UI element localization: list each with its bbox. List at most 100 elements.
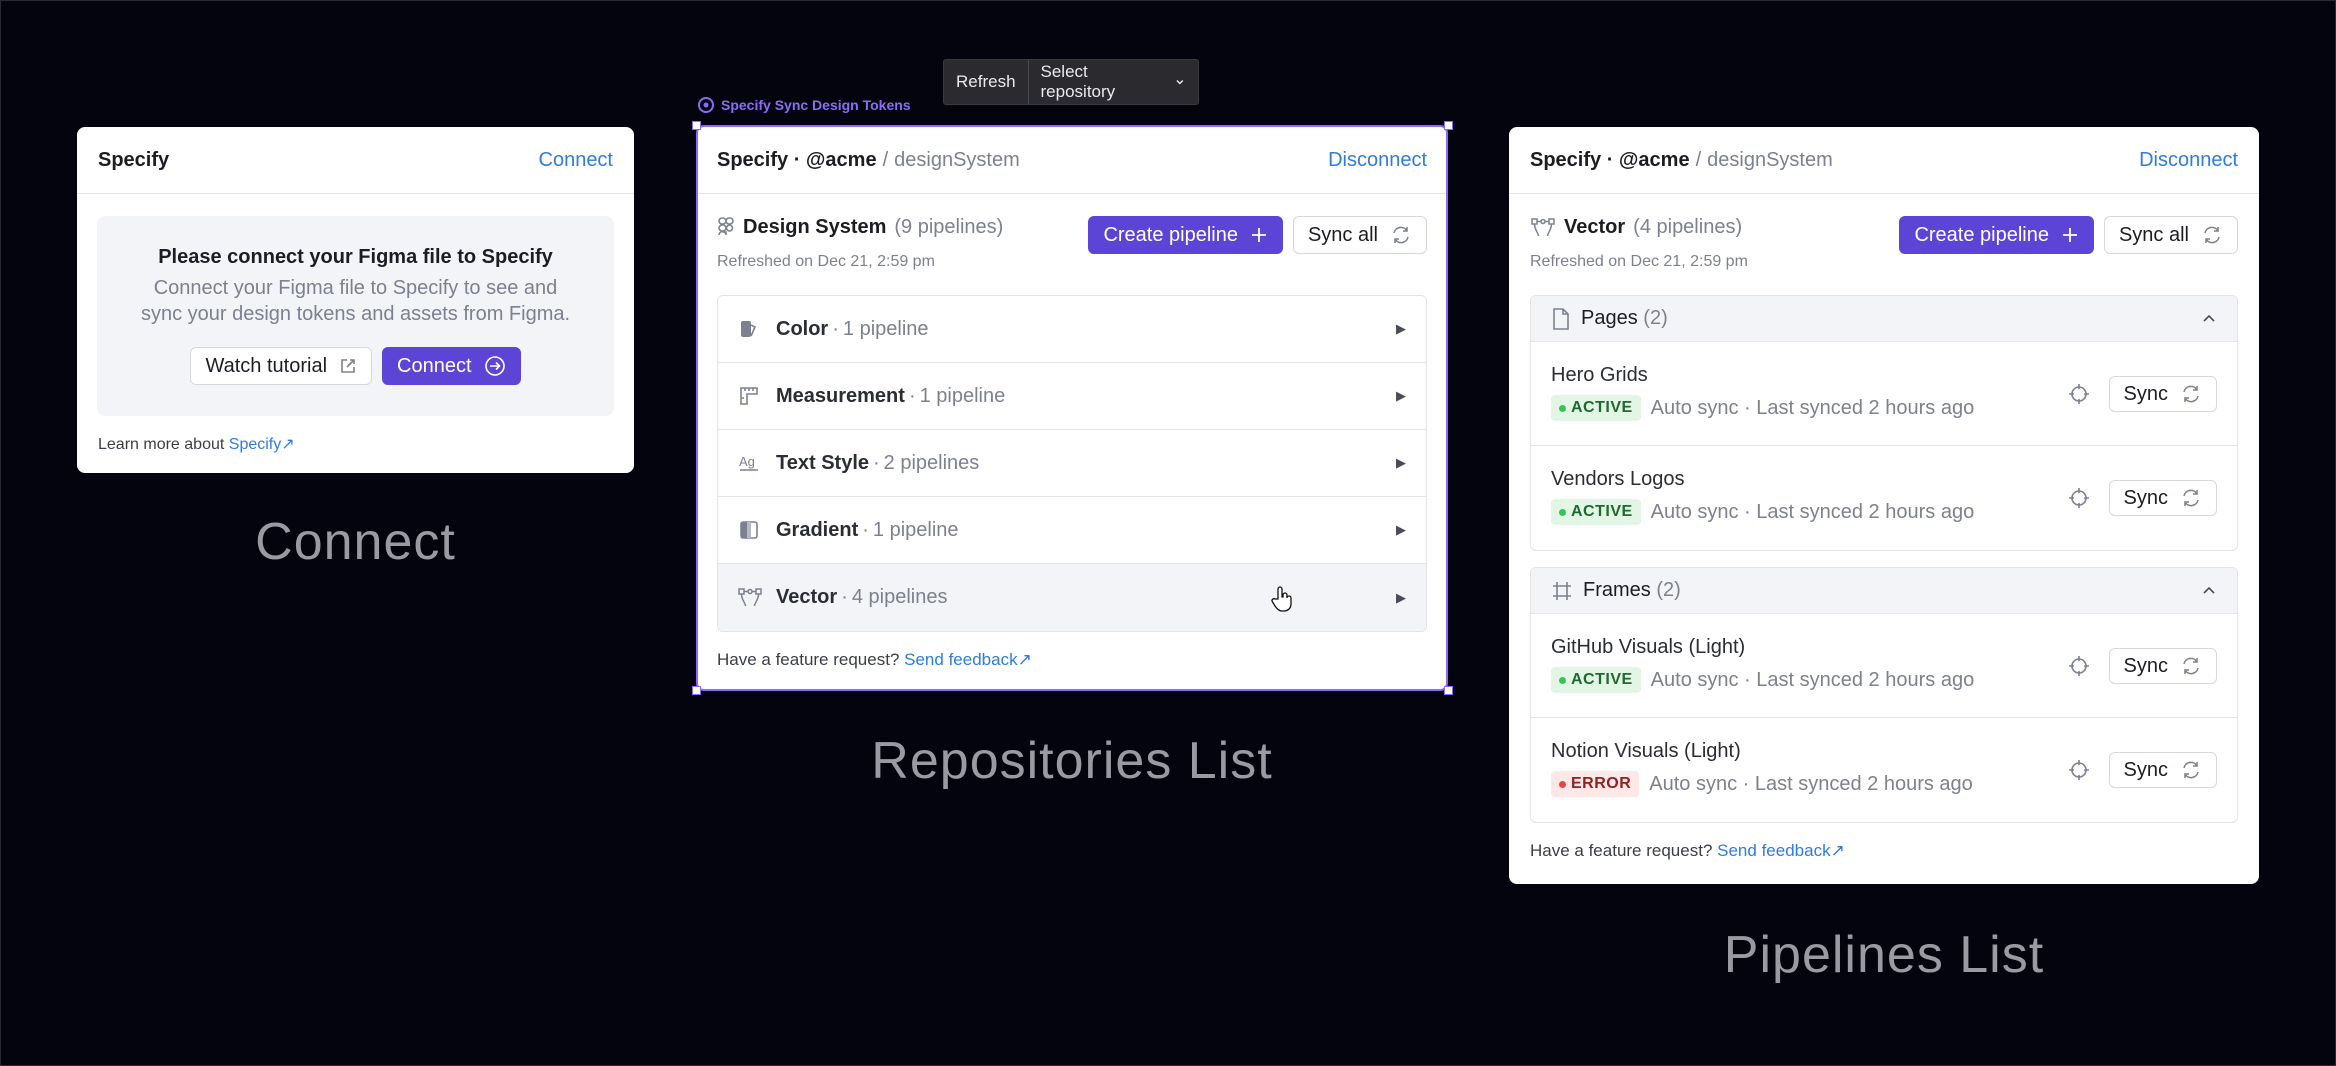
refresh-icon (2183, 761, 2199, 779)
send-feedback-link[interactable]: Send feedback (1717, 841, 1830, 860)
measurement-icon (738, 385, 762, 407)
send-feedback-link[interactable]: Send feedback (904, 650, 1017, 669)
connect-prompt: Please connect your Figma file to Specif… (97, 216, 614, 416)
svg-text:Ag: Ag (739, 454, 755, 469)
refresh-icon (2183, 657, 2199, 675)
panel-header: Specify · @acme / designSystem Disconnec… (1509, 127, 2259, 194)
caret-right-icon: ▶ (1396, 589, 1406, 605)
plugin-toolbar: Refresh Select repository (943, 59, 1199, 105)
connect-body: Connect your Figma file to Specify to se… (140, 277, 571, 325)
group-header[interactable]: Frames (2) (1531, 568, 2237, 614)
refresh-icon (2183, 385, 2199, 403)
sync-meta: Auto sync · Last synced 2 hours ago (1649, 772, 1973, 795)
sync-all-button[interactable]: Sync all (2103, 216, 2238, 254)
disconnect-link[interactable]: Disconnect (1328, 149, 1427, 172)
list-item-color[interactable]: Color · 1 pipeline ▶ (718, 296, 1426, 363)
caret-right-icon: ▶ (1396, 522, 1406, 537)
sync-button[interactable]: Sync (2108, 648, 2217, 684)
chevron-up-icon[interactable] (2201, 583, 2217, 599)
frame-icon (1553, 581, 1571, 600)
plugin-icon (698, 97, 714, 113)
selection-handle[interactable] (692, 686, 701, 695)
selection-handle[interactable] (1444, 686, 1453, 695)
refresh-icon (2183, 489, 2199, 507)
feedback-line: Have a feature request? Send feedback↗ (717, 650, 1032, 669)
locate-icon[interactable] (2068, 487, 2090, 509)
connect-panel: Specify Connect Please connect your Figm… (77, 127, 634, 473)
pipelines-panel: Specify · @acme / designSystem Disconnec… (1509, 127, 2259, 884)
workspace-name: Specify · @acme (1530, 148, 1690, 171)
locate-icon[interactable] (2068, 759, 2090, 781)
refreshed-timestamp: Refreshed on Dec 21, 2:59 pm (717, 253, 935, 270)
page-icon (1553, 307, 1569, 330)
pipeline-name: GitHub Visuals (Light) (1551, 636, 1746, 658)
refresh-icon (2204, 226, 2220, 244)
gradient-icon (738, 519, 762, 541)
list-item-vector[interactable]: Vector · 4 pipelines ▶ (718, 564, 1426, 631)
vector-icon (738, 587, 762, 609)
refreshed-timestamp: Refreshed on Dec 21, 2:59 pm (1530, 253, 1748, 270)
watch-tutorial-button[interactable]: Watch tutorial (190, 347, 373, 385)
arrow-up-right-icon: ↗ (1017, 650, 1032, 669)
locate-icon[interactable] (2068, 655, 2090, 677)
external-link-icon (341, 359, 355, 373)
sync-meta: Auto sync · Last synced 2 hours ago (1650, 668, 1975, 691)
pipeline-name: Hero Grids (1551, 364, 1648, 386)
plugin-frame-label[interactable]: Specify Sync Design Tokens (697, 96, 911, 114)
vector-icon (1531, 217, 1555, 236)
panel-header: Specify Connect (77, 127, 634, 194)
pipeline-count: (9 pipelines) (894, 216, 1004, 238)
token-type-list: Color · 1 pipeline ▶ Measurement · 1 pipelin… (717, 295, 1427, 632)
connect-heading: Please connect your Figma file to Specif… (158, 246, 553, 268)
create-pipeline-button[interactable]: Create pipeline (1088, 216, 1283, 254)
pipeline-row: Notion Visuals (Light) ERROR Auto sync ·… (1531, 718, 2237, 822)
chevron-up-icon[interactable] (2201, 311, 2217, 327)
selection-handle[interactable] (692, 121, 701, 130)
pipeline-row: Hero Grids ACTIVE Auto sync · Last synce… (1531, 342, 2237, 446)
color-icon (738, 318, 762, 340)
create-pipeline-button[interactable]: Create pipeline (1899, 216, 2094, 254)
sync-button[interactable]: Sync (2108, 376, 2217, 412)
repositories-panel: Specify · @acme / designSystem Disconnec… (696, 125, 1448, 691)
pipeline-count: (4 pipelines) (1633, 216, 1743, 238)
learn-more: Learn more about Specify↗ (98, 436, 295, 453)
connect-button[interactable]: Connect (382, 347, 521, 385)
pipeline-group-frames: Frames (2) GitHub Visuals (Light) ACTIVE… (1530, 567, 2238, 823)
selection-handle[interactable] (1444, 121, 1453, 130)
sign-in-icon (484, 356, 505, 376)
refresh-icon (1393, 226, 1409, 244)
pipeline-row: GitHub Visuals (Light) ACTIVE Auto sync … (1531, 614, 2237, 718)
repo-name: designSystem (894, 148, 1020, 171)
status-badge: ACTIVE (1551, 395, 1641, 421)
connect-link[interactable]: Connect (539, 149, 614, 172)
panel-title: Specify (98, 148, 170, 171)
workspace-name: Specify · @acme (717, 148, 877, 171)
refresh-button[interactable]: Refresh (944, 60, 1028, 104)
label-repositories: Repositories List (871, 732, 1273, 790)
section-name: Vector (1564, 216, 1626, 238)
repo-name: designSystem (1707, 148, 1833, 171)
list-item-measurement[interactable]: Measurement · 1 pipeline ▶ (718, 363, 1426, 430)
caret-right-icon: ▶ (1396, 388, 1406, 403)
sync-all-button[interactable]: Sync all (1292, 216, 1427, 254)
sync-button[interactable]: Sync (2108, 752, 2217, 788)
disconnect-link[interactable]: Disconnect (2139, 149, 2238, 172)
list-item-gradient[interactable]: Gradient · 1 pipeline ▶ (718, 497, 1426, 564)
sync-button[interactable]: Sync (2108, 480, 2217, 516)
select-repository-dropdown[interactable]: Select repository (1029, 60, 1198, 104)
group-header[interactable]: Pages (2) (1531, 296, 2237, 342)
feedback-line: Have a feature request? Send feedback↗ (1530, 841, 1845, 860)
status-badge: ERROR (1551, 771, 1640, 797)
caret-right-icon: ▶ (1396, 455, 1406, 470)
sync-meta: Auto sync · Last synced 2 hours ago (1650, 500, 1975, 523)
pipeline-name: Vendors Logos (1551, 468, 1685, 490)
pipeline-name: Notion Visuals (Light) (1551, 740, 1741, 762)
panel-header: Specify · @acme / designSystem Disconnec… (698, 127, 1446, 194)
hand-cursor-icon (1271, 586, 1292, 612)
pipeline-row: Vendors Logos ACTIVE Auto sync · Last sy… (1531, 446, 2237, 550)
chevron-down-icon (1176, 80, 1184, 85)
list-item-text-style[interactable]: Ag Text Style · 2 pipelines ▶ (718, 430, 1426, 497)
locate-icon[interactable] (2068, 383, 2090, 405)
caret-right-icon: ▶ (1396, 321, 1406, 336)
specify-link[interactable]: Specify (229, 436, 281, 453)
